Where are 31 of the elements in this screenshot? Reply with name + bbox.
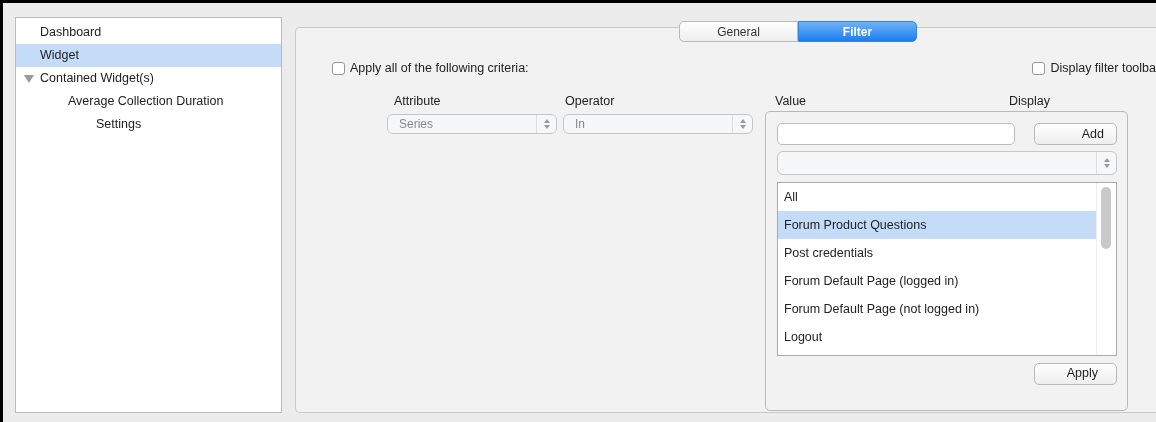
apply-button[interactable]: Apply: [1034, 362, 1117, 385]
column-header: Value: [775, 93, 808, 110]
sidebar-item[interactable]: Settings: [16, 113, 281, 136]
sidebar-item[interactable]: Widget: [16, 44, 281, 67]
tab[interactable]: General: [679, 21, 798, 42]
stepper-arrows-icon: [543, 119, 550, 129]
list-item[interactable]: Forum Product Questions: [778, 211, 1096, 240]
list-item[interactable]: All: [778, 183, 1096, 212]
disclosure-triangle-icon[interactable]: [24, 74, 34, 83]
list-item[interactable]: Forum Default Page (logged in): [778, 267, 1096, 296]
stepper-arrows-icon: [1103, 158, 1110, 169]
sidebar-item[interactable]: Average Collection Duration: [16, 90, 281, 113]
sidebar-item[interactable]: Dashboard: [16, 21, 281, 44]
add-button[interactable]: Add: [1034, 123, 1117, 145]
sidebar-item[interactable]: Contained Widget(s): [16, 67, 281, 90]
list-item[interactable]: Logout: [778, 323, 1096, 352]
column-header: Display: [1009, 93, 1051, 110]
checkbox[interactable]: [332, 61, 345, 75]
checkbox-label: Display filter toolba: [1050, 59, 1156, 77]
dropdown[interactable]: [777, 151, 1117, 176]
column-header: Attribute: [394, 93, 442, 110]
checkbox[interactable]: [1032, 61, 1046, 75]
dropdown: In: [563, 114, 753, 134]
checkbox-label: Apply all of the following criteria:: [350, 59, 529, 77]
list-item[interactable]: Post credentials: [778, 239, 1096, 268]
column-header: Operator: [565, 93, 616, 110]
scrollbar-thumb[interactable]: [1101, 187, 1111, 250]
dropdown: Series: [387, 114, 557, 134]
stepper-arrows-icon: [739, 119, 746, 129]
input-field[interactable]: [777, 123, 1015, 145]
list-item[interactable]: Forum Default Page (not logged in): [778, 295, 1096, 324]
